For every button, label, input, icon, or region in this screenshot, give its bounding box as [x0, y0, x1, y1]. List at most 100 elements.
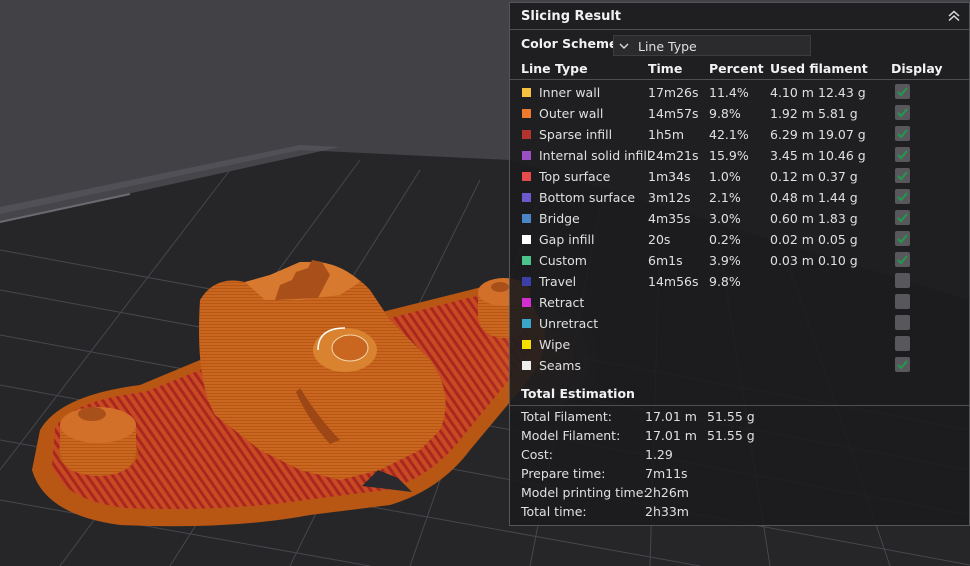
total-value-2: 51.55 g	[707, 409, 755, 424]
line-type-time: 4m35s	[648, 211, 691, 226]
line-type-name: Bottom surface	[539, 190, 636, 205]
total-row: Total time: 2h33m	[510, 502, 969, 521]
panel-title: Slicing Result	[521, 9, 622, 24]
display-checkbox[interactable]	[895, 168, 910, 183]
color-swatch	[522, 109, 531, 118]
line-type-row: Inner wall 17m26s 11.4% 4.10 m 12.43 g	[510, 82, 969, 103]
line-type-grams: 19.07 g	[818, 127, 866, 142]
display-checkbox[interactable]	[895, 189, 910, 204]
line-type-time: 1h5m	[648, 127, 685, 142]
line-type-percent: 3.9%	[709, 253, 741, 268]
line-type-time: 24m21s	[648, 148, 699, 163]
display-checkbox[interactable]	[895, 105, 910, 120]
checkmark-icon	[897, 87, 908, 97]
checkmark-icon	[897, 255, 908, 265]
collapse-icon[interactable]	[947, 8, 961, 22]
divider	[510, 405, 969, 406]
chevron-down-icon	[619, 43, 629, 49]
total-row: Prepare time: 7m11s	[510, 464, 969, 483]
line-type-row: Custom 6m1s 3.9% 0.03 m 0.10 g	[510, 250, 969, 271]
total-value-1: 2h26m	[645, 485, 689, 500]
color-swatch	[522, 319, 531, 328]
checkmark-icon	[897, 234, 908, 244]
line-type-meters: 0.02 m	[770, 232, 814, 247]
line-type-row: Travel 14m56s 9.8%	[510, 271, 969, 292]
color-swatch	[522, 235, 531, 244]
total-label: Cost:	[521, 447, 554, 462]
color-swatch	[522, 277, 531, 286]
line-type-name: Sparse infill	[539, 127, 613, 142]
line-type-meters: 0.12 m	[770, 169, 814, 184]
line-type-grams: 0.37 g	[818, 169, 858, 184]
display-checkbox[interactable]	[895, 336, 910, 351]
line-type-name: Unretract	[539, 316, 599, 331]
line-type-name: Inner wall	[539, 85, 601, 100]
header-time: Time	[648, 61, 683, 76]
checkmark-icon	[897, 360, 908, 370]
display-checkbox[interactable]	[895, 273, 910, 288]
line-type-name: Wipe	[539, 337, 571, 352]
color-swatch	[522, 88, 531, 97]
total-value-2: 51.55 g	[707, 428, 755, 443]
total-label: Prepare time:	[521, 466, 606, 481]
line-type-name: Bridge	[539, 211, 580, 226]
display-checkbox[interactable]	[895, 357, 910, 372]
line-type-row: Seams	[510, 355, 969, 376]
line-type-name: Internal solid infill	[539, 148, 651, 163]
total-value-1: 17.01 m	[645, 409, 697, 424]
color-scheme-label: Color Scheme	[521, 36, 618, 51]
line-type-percent: 2.1%	[709, 190, 741, 205]
line-type-time: 3m12s	[648, 190, 691, 205]
color-swatch	[522, 340, 531, 349]
line-type-percent: 42.1%	[709, 127, 749, 142]
display-checkbox[interactable]	[895, 315, 910, 330]
display-checkbox[interactable]	[895, 147, 910, 162]
display-checkbox[interactable]	[895, 252, 910, 267]
total-estimation-title: Total Estimation	[521, 386, 635, 401]
line-type-time: 1m34s	[648, 169, 691, 184]
line-type-name: Top surface	[539, 169, 611, 184]
line-type-row: Outer wall 14m57s 9.8% 1.92 m 5.81 g	[510, 103, 969, 124]
color-scheme-dropdown[interactable]: Line Type	[613, 35, 811, 56]
line-type-grams: 1.44 g	[818, 190, 858, 205]
display-checkbox[interactable]	[895, 84, 910, 99]
total-label: Total time:	[521, 504, 587, 519]
line-type-name: Travel	[539, 274, 577, 289]
display-checkbox[interactable]	[895, 294, 910, 309]
color-swatch	[522, 361, 531, 370]
line-type-row: Unretract	[510, 313, 969, 334]
line-type-meters: 4.10 m	[770, 85, 814, 100]
line-type-row: Top surface 1m34s 1.0% 0.12 m 0.37 g	[510, 166, 969, 187]
line-type-grams: 12.43 g	[818, 85, 866, 100]
line-type-meters: 0.48 m	[770, 190, 814, 205]
display-checkbox[interactable]	[895, 126, 910, 141]
color-swatch	[522, 298, 531, 307]
display-checkbox[interactable]	[895, 210, 910, 225]
line-type-row: Bottom surface 3m12s 2.1% 0.48 m 1.44 g	[510, 187, 969, 208]
line-type-row: Sparse infill 1h5m 42.1% 6.29 m 19.07 g	[510, 124, 969, 145]
display-checkbox[interactable]	[895, 231, 910, 246]
checkmark-icon	[897, 192, 908, 202]
line-type-percent: 9.8%	[709, 106, 741, 121]
color-swatch	[522, 193, 531, 202]
color-swatch	[522, 214, 531, 223]
line-type-meters: 0.03 m	[770, 253, 814, 268]
line-type-percent: 1.0%	[709, 169, 741, 184]
line-type-grams: 5.81 g	[818, 106, 858, 121]
line-type-time: 17m26s	[648, 85, 699, 100]
line-type-grams: 1.83 g	[818, 211, 858, 226]
line-type-grams: 10.46 g	[818, 148, 866, 163]
header-percent: Percent	[709, 61, 764, 76]
color-swatch	[522, 151, 531, 160]
checkmark-icon	[897, 129, 908, 139]
line-type-time: 6m1s	[648, 253, 683, 268]
checkmark-icon	[897, 171, 908, 181]
total-label: Model Filament:	[521, 428, 621, 443]
color-swatch	[522, 172, 531, 181]
line-type-row: Retract	[510, 292, 969, 313]
color-scheme-value: Line Type	[638, 39, 697, 54]
line-type-percent: 3.0%	[709, 211, 741, 226]
total-row: Model printing time: 2h26m	[510, 483, 969, 502]
line-type-name: Retract	[539, 295, 585, 310]
line-type-name: Outer wall	[539, 106, 604, 121]
